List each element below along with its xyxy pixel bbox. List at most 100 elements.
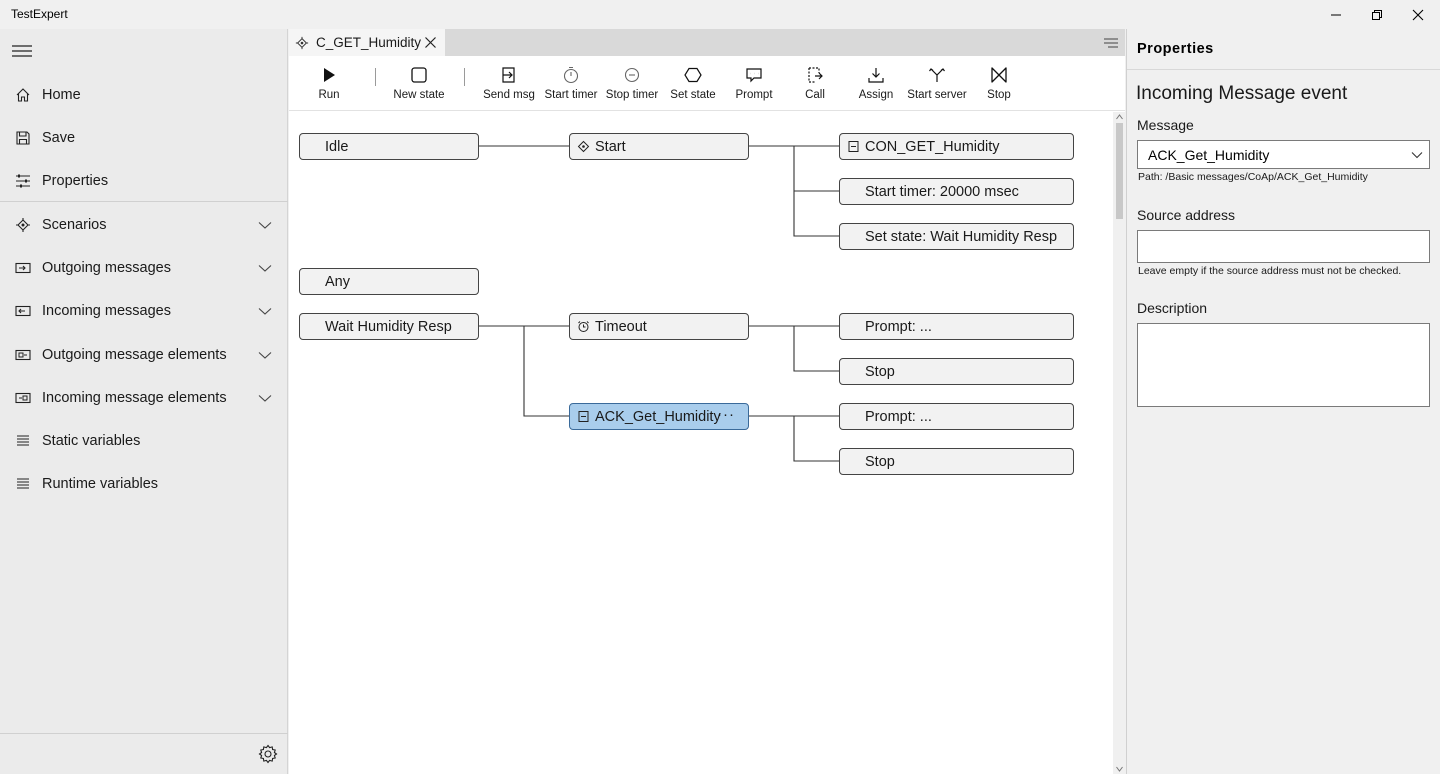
start-timer-button[interactable]: Start timer (543, 56, 599, 111)
prompt-button[interactable]: Prompt (729, 56, 779, 111)
tab-strip: C_GET_Humidity (289, 29, 1125, 56)
sidebar-item-label: Incoming message elements (42, 389, 227, 406)
save-icon (14, 129, 32, 147)
node-label: Stop (865, 363, 895, 380)
properties-panel: Properties Incoming Message event Messag… (1126, 29, 1440, 774)
hamburger-icon[interactable] (12, 43, 32, 59)
chevron-down-icon[interactable] (258, 304, 272, 318)
sidebar-item-label: Outgoing message elements (42, 346, 227, 363)
chevron-down-icon[interactable] (258, 348, 272, 362)
send-message-icon (502, 67, 515, 83)
message-path: Path: /Basic messages/CoAp/ACK_Get_Humid… (1138, 171, 1368, 183)
new-state-button[interactable]: New state (389, 56, 449, 111)
sidebar-item-home[interactable]: Home (0, 73, 288, 116)
node-label: Start timer: 20000 msec (865, 183, 1019, 200)
node-label: Set state: Wait Humidity Resp (865, 228, 1058, 245)
hexagon-icon (684, 67, 702, 83)
properties-icon (14, 172, 32, 190)
action-node[interactable]: Prompt: ... (839, 313, 1074, 340)
close-window-button[interactable] (1398, 0, 1438, 29)
sidebar-item-static-variables[interactable]: Static variables (0, 419, 288, 462)
action-node[interactable]: Start timer: 20000 msec (839, 178, 1074, 205)
sidebar-item-runtime-variables[interactable]: Runtime variables (0, 462, 288, 505)
node-label: Stop (865, 453, 895, 470)
message-icon (14, 302, 32, 320)
scroll-up-icon[interactable] (1116, 114, 1123, 120)
event-node[interactable]: Start (569, 133, 749, 160)
action-node[interactable]: Stop (839, 358, 1074, 385)
message-icon (14, 259, 32, 277)
gear-icon[interactable] (257, 743, 279, 765)
toolbar-label: Assign (858, 89, 894, 101)
sidebar-item-save[interactable]: Save (0, 116, 288, 159)
scenario-icon (295, 36, 309, 50)
message-select[interactable]: ACK_Get_Humidity (1137, 140, 1430, 169)
more-options-button[interactable]: ··· (717, 406, 735, 423)
tab-menu-icon[interactable] (1103, 36, 1119, 50)
scenario-canvas[interactable]: Idle Start CON_GET_Humidity Start timer:… (289, 112, 1113, 774)
action-node[interactable]: Prompt: ... (839, 403, 1074, 430)
chevron-down-icon (1411, 152, 1423, 159)
title-bar: TestExpert (0, 0, 1440, 29)
node-label: Idle (325, 138, 349, 155)
chevron-down-icon[interactable] (258, 391, 272, 405)
send-msg-button[interactable]: Send msg (481, 56, 537, 111)
description-label: Description (1137, 300, 1208, 316)
alarm-clock-icon (578, 321, 589, 332)
action-node[interactable]: Stop (839, 448, 1074, 475)
toolbar-label: Stop timer (605, 89, 659, 101)
event-node[interactable]: Timeout (569, 313, 749, 340)
state-node[interactable]: Wait Humidity Resp (299, 313, 479, 340)
event-node-selected[interactable]: ACK_Get_Humidity ··· (569, 403, 749, 430)
description-textarea[interactable] (1137, 323, 1430, 407)
list-icon (14, 432, 32, 450)
node-label: Wait Humidity Resp (325, 318, 452, 335)
stop-icon (991, 67, 1007, 83)
stopwatch-icon (563, 66, 579, 84)
stop-button[interactable]: Stop (979, 56, 1019, 111)
node-label: Prompt: ... (865, 318, 932, 335)
state-node[interactable]: Idle (299, 133, 479, 160)
sidebar-item-label: Static variables (42, 432, 141, 449)
assign-button[interactable]: Assign (852, 56, 900, 111)
sidebar-divider (0, 733, 288, 734)
toolbar-label: Start server (907, 89, 967, 101)
scroll-down-icon[interactable] (1116, 766, 1123, 772)
message-element-icon (14, 346, 32, 364)
sidebar-item-scenarios[interactable]: Scenarios (0, 203, 288, 246)
app-title: TestExpert (11, 7, 68, 21)
toolbar-label: Run (318, 89, 340, 101)
source-address-input[interactable] (1137, 230, 1430, 263)
chevron-down-icon[interactable] (258, 261, 272, 275)
sidebar-item-label: Save (42, 129, 76, 146)
close-icon[interactable] (424, 36, 437, 49)
list-icon (14, 475, 32, 493)
sidebar-item-outgoing-messages[interactable]: Outgoing messages (0, 246, 288, 289)
sidebar-item-properties[interactable]: Properties (0, 159, 288, 202)
start-server-icon (929, 68, 945, 82)
restore-button[interactable] (1357, 0, 1397, 29)
scrollbar-thumb[interactable] (1116, 123, 1123, 219)
node-label: Prompt: ... (865, 408, 932, 425)
set-state-button[interactable]: Set state (665, 56, 721, 111)
chevron-down-icon[interactable] (258, 218, 272, 232)
minimize-button[interactable] (1316, 0, 1356, 29)
run-button[interactable]: Run (309, 56, 349, 111)
start-server-button[interactable]: Start server (907, 56, 967, 111)
node-label: Any (325, 273, 350, 290)
stop-timer-button[interactable]: Stop timer (604, 56, 660, 111)
sidebar-item-incoming-messages[interactable]: Incoming messages (0, 289, 288, 332)
toolbar-label: New state (393, 89, 445, 101)
sidebar-item-outgoing-message-elements[interactable]: Outgoing message elements (0, 333, 288, 376)
source-address-label: Source address (1137, 207, 1236, 223)
toolbar-label: Set state (670, 89, 716, 101)
sidebar-item-incoming-message-elements[interactable]: Incoming message elements (0, 376, 288, 419)
call-button[interactable]: Call (795, 56, 835, 111)
vertical-scrollbar[interactable] (1113, 112, 1125, 774)
tab-c-get-humidity[interactable]: C_GET_Humidity (289, 29, 445, 56)
message-event-icon (578, 411, 589, 422)
state-node[interactable]: Any (299, 268, 479, 295)
sidebar: Home Save Properties Scenarios Outgoing … (0, 29, 288, 774)
action-node[interactable]: Set state: Wait Humidity Resp (839, 223, 1074, 250)
action-node[interactable]: CON_GET_Humidity (839, 133, 1074, 160)
